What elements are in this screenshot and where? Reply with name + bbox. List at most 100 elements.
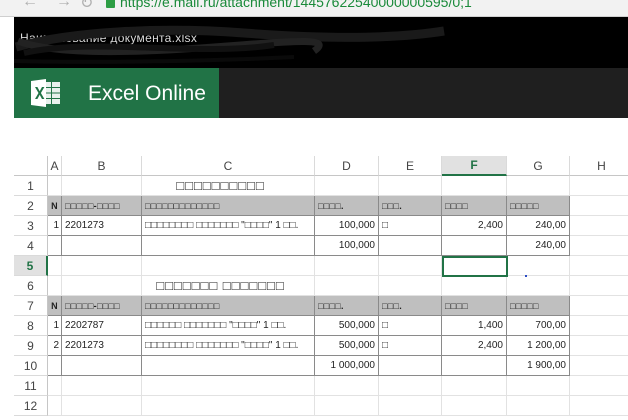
total-qty-cell[interactable]: 100,000 bbox=[315, 236, 379, 256]
cell-empty[interactable] bbox=[142, 236, 315, 256]
column-header-a[interactable]: A bbox=[48, 156, 62, 176]
empty-cell[interactable] bbox=[507, 256, 570, 276]
empty-cell[interactable] bbox=[507, 376, 570, 396]
header-cell-price[interactable]: □□□□ bbox=[442, 196, 507, 216]
empty-cell[interactable] bbox=[442, 256, 507, 276]
row-header-9[interactable]: 9 bbox=[14, 336, 48, 356]
column-header-g[interactable]: G bbox=[507, 156, 570, 176]
empty-cell[interactable] bbox=[379, 256, 442, 276]
empty-cell[interactable] bbox=[570, 336, 628, 356]
empty-cell[interactable] bbox=[142, 396, 315, 416]
cell-qty[interactable]: 100,000 bbox=[315, 216, 379, 236]
header-cell-unit[interactable]: □□□. bbox=[379, 296, 442, 316]
header-cell-n[interactable]: N bbox=[48, 196, 62, 216]
empty-cell[interactable] bbox=[315, 396, 379, 416]
header-cell-sum[interactable]: □□□□□ bbox=[507, 196, 570, 216]
header-cell-name[interactable]: □□□□□□□□□□□□□ bbox=[142, 296, 315, 316]
cell-unit[interactable]: □ bbox=[379, 216, 442, 236]
cell-sum[interactable]: 240,00 bbox=[507, 216, 570, 236]
forward-icon[interactable]: → bbox=[56, 0, 72, 11]
address-bar[interactable]: https://e.mail.ru/attachment/14457622540… bbox=[106, 0, 626, 14]
empty-cell[interactable] bbox=[507, 176, 570, 196]
cell-empty[interactable] bbox=[48, 356, 62, 376]
cell-code[interactable]: 2201273 bbox=[62, 336, 142, 356]
back-icon[interactable]: ← bbox=[22, 0, 38, 11]
cell-name[interactable]: □□□□□□□□ □□□□□□□ "□□□□" 1 □□. bbox=[142, 216, 315, 236]
cell-empty[interactable] bbox=[442, 236, 507, 256]
empty-cell[interactable] bbox=[570, 276, 628, 296]
cell-empty[interactable] bbox=[48, 236, 62, 256]
cell-price[interactable]: 1,400 bbox=[442, 316, 507, 336]
cell-empty[interactable] bbox=[142, 356, 315, 376]
header-cell-unit[interactable]: □□□. bbox=[379, 196, 442, 216]
row-header-2[interactable]: 2 bbox=[14, 196, 48, 216]
empty-cell[interactable] bbox=[379, 396, 442, 416]
empty-cell[interactable] bbox=[442, 396, 507, 416]
app-brand[interactable]: Excel Online bbox=[14, 68, 219, 118]
empty-cell[interactable] bbox=[570, 356, 628, 376]
empty-cell[interactable] bbox=[62, 396, 142, 416]
row-header-10[interactable]: 10 bbox=[14, 356, 48, 376]
cell-unit[interactable]: □ bbox=[379, 316, 442, 336]
empty-cell[interactable] bbox=[570, 296, 628, 316]
empty-cell[interactable] bbox=[62, 376, 142, 396]
header-cell-code[interactable]: □□□□□-□□□□ bbox=[62, 296, 142, 316]
empty-cell[interactable] bbox=[442, 176, 507, 196]
column-header-f[interactable]: F bbox=[442, 156, 507, 176]
cell-code[interactable]: 2201273 bbox=[62, 216, 142, 236]
column-header-h[interactable]: H bbox=[570, 156, 628, 176]
cell-n[interactable]: 1 bbox=[48, 216, 62, 236]
cell-empty[interactable] bbox=[379, 356, 442, 376]
cell-name[interactable]: □□□□□□ □□□□□□□ "□□□□" 1 □□. bbox=[142, 316, 315, 336]
cell-unit[interactable]: □ bbox=[379, 336, 442, 356]
cell-n[interactable]: 2 bbox=[48, 336, 62, 356]
total-sum-cell[interactable]: 240,00 bbox=[507, 236, 570, 256]
empty-cell[interactable] bbox=[142, 256, 315, 276]
cell-empty[interactable] bbox=[62, 236, 142, 256]
row-header-1[interactable]: 1 bbox=[14, 176, 48, 196]
cell-qty[interactable]: 500,000 bbox=[315, 316, 379, 336]
column-header-d[interactable]: D bbox=[315, 156, 379, 176]
row-header-6[interactable]: 6 bbox=[14, 276, 48, 296]
empty-cell[interactable] bbox=[48, 176, 62, 196]
column-header-e[interactable]: E bbox=[379, 156, 442, 176]
header-cell-code[interactable]: □□□□□-□□□□ bbox=[62, 196, 142, 216]
empty-cell[interactable] bbox=[570, 196, 628, 216]
empty-cell[interactable] bbox=[379, 276, 442, 296]
cell-code[interactable]: 2202787 bbox=[62, 316, 142, 336]
header-cell-name[interactable]: □□□□□□□□□□□□□ bbox=[142, 196, 315, 216]
empty-cell[interactable] bbox=[315, 376, 379, 396]
empty-cell[interactable] bbox=[570, 176, 628, 196]
empty-cell[interactable] bbox=[142, 376, 315, 396]
empty-cell[interactable] bbox=[507, 396, 570, 416]
empty-cell[interactable] bbox=[315, 256, 379, 276]
empty-cell[interactable] bbox=[570, 396, 628, 416]
empty-cell[interactable] bbox=[48, 376, 62, 396]
row-header-11[interactable]: 11 bbox=[14, 376, 48, 396]
select-all-corner[interactable] bbox=[14, 156, 48, 176]
section-title-2[interactable]: □□□□□□□ □□□□□□□ bbox=[62, 276, 379, 296]
empty-cell[interactable] bbox=[442, 376, 507, 396]
empty-cell[interactable] bbox=[379, 176, 442, 196]
empty-cell[interactable] bbox=[507, 276, 570, 296]
header-cell-sum[interactable]: □□□□□ bbox=[507, 296, 570, 316]
row-header-5[interactable]: 5 bbox=[14, 256, 48, 276]
empty-cell[interactable] bbox=[570, 216, 628, 236]
cell-qty[interactable]: 500,000 bbox=[315, 336, 379, 356]
empty-cell[interactable] bbox=[570, 236, 628, 256]
cell-sum[interactable]: 1 200,00 bbox=[507, 336, 570, 356]
column-header-b[interactable]: B bbox=[62, 156, 142, 176]
header-cell-qty[interactable]: □□□□. bbox=[315, 296, 379, 316]
cell-empty[interactable] bbox=[379, 236, 442, 256]
empty-cell[interactable] bbox=[570, 256, 628, 276]
header-cell-qty[interactable]: □□□□. bbox=[315, 196, 379, 216]
total-sum-cell[interactable]: 1 900,00 bbox=[507, 356, 570, 376]
cell-empty[interactable] bbox=[62, 356, 142, 376]
reload-icon[interactable]: ↻ bbox=[80, 0, 93, 13]
empty-cell[interactable] bbox=[48, 396, 62, 416]
cell-name[interactable]: □□□□□□□□ □□□□□□□ "□□□□" 1 □□. bbox=[142, 336, 315, 356]
cell-price[interactable]: 2,400 bbox=[442, 336, 507, 356]
empty-cell[interactable] bbox=[62, 256, 142, 276]
cell-sum[interactable]: 700,00 bbox=[507, 316, 570, 336]
header-cell-n[interactable]: N bbox=[48, 296, 62, 316]
